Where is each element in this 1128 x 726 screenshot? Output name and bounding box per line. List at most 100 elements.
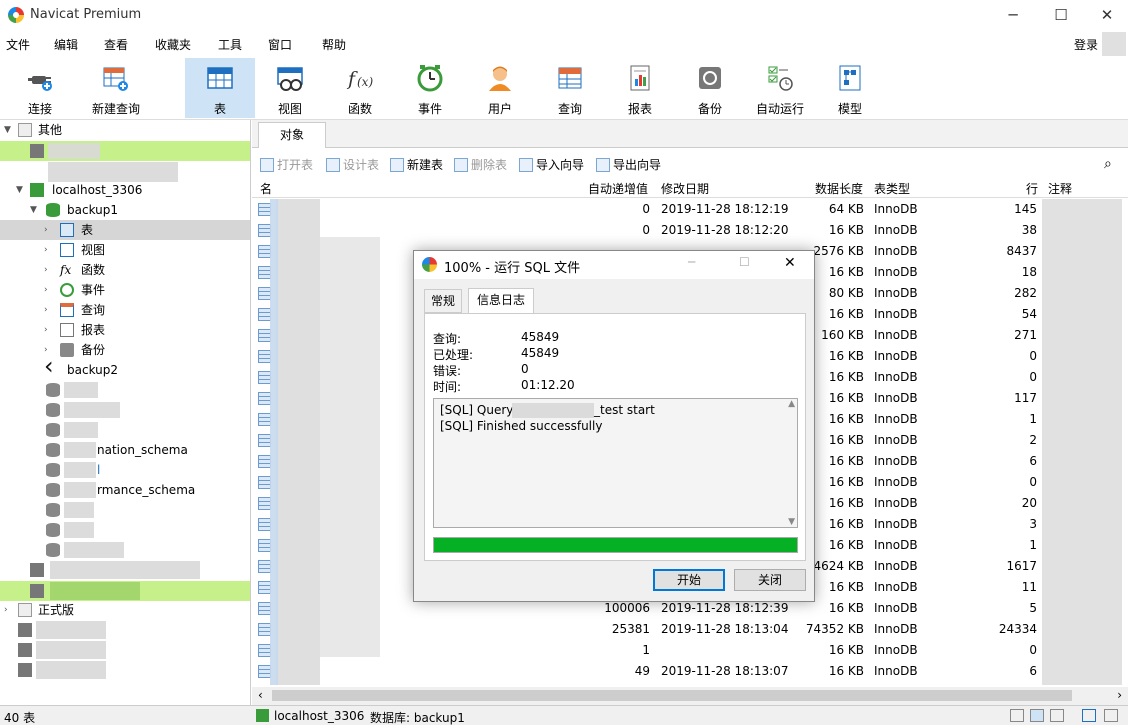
table-row[interactable]: 0 2019-11-28 18:12:19 64 KB InnoDB 145 bbox=[252, 199, 1128, 220]
scrollbar-thumb[interactable] bbox=[272, 690, 1072, 701]
scroll-right-icon[interactable]: › bbox=[1117, 688, 1122, 702]
column-header-auto-increment[interactable]: 自动递增值 bbox=[588, 180, 648, 197]
menu-edit[interactable]: 编辑 bbox=[54, 36, 78, 53]
menu-file[interactable]: 文件 bbox=[6, 36, 30, 53]
list-view-icon[interactable] bbox=[1010, 709, 1024, 722]
tree-connection-hidden[interactable] bbox=[0, 141, 250, 161]
new-table-button[interactable]: 新建表 bbox=[390, 156, 443, 173]
tree-db-info-schema[interactable]: nation_schema bbox=[0, 440, 250, 460]
tree-group-other[interactable]: ▼ 其他 bbox=[0, 120, 250, 140]
tree-db-hidden[interactable] bbox=[0, 420, 250, 440]
tab-general[interactable]: 常规 bbox=[424, 289, 462, 313]
chevron-down-icon[interactable]: ▼ bbox=[16, 180, 23, 200]
column-header-name[interactable]: 名 bbox=[260, 180, 272, 197]
scroll-up-icon[interactable]: ▲ bbox=[788, 399, 795, 409]
chevron-right-icon[interactable]: › bbox=[44, 260, 48, 280]
tree-db-hidden[interactable] bbox=[0, 520, 250, 540]
tree-item-events[interactable]: › 事件 bbox=[0, 280, 250, 300]
tree-item-tables[interactable]: › 表 bbox=[0, 220, 250, 240]
tab-objects[interactable]: 对象 bbox=[258, 122, 326, 148]
table-row[interactable]: 49 2019-11-28 18:13:07 16 KB InnoDB 6 bbox=[252, 661, 1128, 682]
tree-db-perf-schema[interactable]: rmance_schema bbox=[0, 480, 250, 500]
tree-db-hidden[interactable]: l bbox=[0, 460, 250, 480]
user-button[interactable]: 用户 bbox=[465, 58, 535, 118]
table-row[interactable]: 1 16 KB InnoDB 0 bbox=[252, 640, 1128, 661]
menu-window[interactable]: 窗口 bbox=[268, 36, 292, 53]
tree-db-hidden[interactable] bbox=[0, 500, 250, 520]
tree-db-hidden[interactable] bbox=[0, 380, 250, 400]
panel-left-icon[interactable] bbox=[1082, 709, 1096, 722]
column-header-rows[interactable]: 行 bbox=[1026, 180, 1038, 197]
tree-connection-hidden[interactable] bbox=[0, 581, 250, 601]
maximize-button[interactable]: ☐ bbox=[1038, 0, 1084, 30]
chevron-down-icon[interactable]: ▼ bbox=[30, 200, 37, 220]
event-button[interactable]: 事件 bbox=[395, 58, 465, 118]
tree-item-backups[interactable]: › 备份 bbox=[0, 340, 250, 360]
chevron-right-icon[interactable]: › bbox=[44, 280, 48, 300]
view-button[interactable]: 视图 bbox=[255, 58, 325, 118]
scroll-down-icon[interactable]: ▼ bbox=[788, 517, 795, 527]
report-button[interactable]: 报表 bbox=[605, 58, 675, 118]
close-dialog-button[interactable]: 关闭 bbox=[734, 569, 806, 591]
chevron-right-icon[interactable]: › bbox=[44, 220, 48, 240]
delete-table-button[interactable]: 删除表 bbox=[454, 156, 507, 173]
backup-button[interactable]: 备份 bbox=[675, 58, 745, 118]
menu-view[interactable]: 查看 bbox=[104, 36, 128, 53]
import-wizard-button[interactable]: 导入向导 bbox=[519, 156, 584, 173]
tree-group-main[interactable]: › 正式版 bbox=[0, 600, 250, 620]
table-row[interactable]: 25381 2019-11-28 18:13:04 74352 KB InnoDB 24… bbox=[252, 619, 1128, 640]
automation-button[interactable]: 自动运行 bbox=[745, 58, 815, 118]
chevron-right-icon[interactable]: › bbox=[44, 240, 48, 260]
tree-item-reports[interactable]: › 报表 bbox=[0, 320, 250, 340]
column-header-engine[interactable]: 表类型 bbox=[874, 180, 910, 197]
menu-tools[interactable]: 工具 bbox=[218, 36, 242, 53]
horizontal-scrollbar[interactable]: ‹ › bbox=[252, 687, 1128, 705]
login-link[interactable]: 登录 bbox=[1074, 36, 1098, 53]
tree-connection-hidden[interactable] bbox=[0, 640, 250, 660]
tree-db-backup2[interactable]: ‹ backup2 bbox=[0, 354, 250, 380]
table-button[interactable]: 表 bbox=[185, 58, 255, 118]
tree-item-queries[interactable]: › 查询 bbox=[0, 300, 250, 320]
grid-view-icon[interactable] bbox=[1050, 709, 1064, 722]
dialog-minimize-button[interactable]: ─ bbox=[688, 255, 695, 269]
panel-right-icon[interactable] bbox=[1104, 709, 1118, 722]
dialog-close-button[interactable]: ✕ bbox=[784, 255, 796, 271]
tree-item-functions[interactable]: › fx 函数 bbox=[0, 260, 250, 280]
tree-connection-hidden[interactable] bbox=[0, 560, 250, 580]
avatar[interactable] bbox=[1102, 32, 1126, 56]
scroll-left-icon[interactable]: ‹ bbox=[258, 688, 263, 702]
log-textarea[interactable]: [SQL] Query _test start [SQL] Finished s… bbox=[433, 398, 798, 528]
minimize-button[interactable]: ─ bbox=[990, 0, 1036, 30]
export-wizard-button[interactable]: 导出向导 bbox=[596, 156, 661, 173]
chevron-right-icon[interactable]: › bbox=[44, 300, 48, 320]
column-header-comment[interactable]: 注释 bbox=[1048, 180, 1072, 197]
tree-connection-hidden[interactable] bbox=[0, 660, 250, 680]
tab-message-log[interactable]: 信息日志 bbox=[468, 288, 534, 314]
column-header-data-length[interactable]: 数据长度 bbox=[815, 180, 863, 197]
search-icon[interactable]: ⌕ bbox=[1104, 156, 1112, 172]
back-arrow-icon[interactable]: ‹ bbox=[44, 354, 54, 378]
new-query-button[interactable]: 新建查询 bbox=[80, 58, 152, 118]
tree-db-hidden[interactable] bbox=[0, 540, 250, 560]
function-button[interactable]: f (x) 函数 bbox=[325, 58, 395, 118]
model-button[interactable]: 模型 bbox=[815, 58, 885, 118]
column-header-modified[interactable]: 修改日期 bbox=[661, 180, 709, 197]
chevron-right-icon[interactable]: › bbox=[4, 600, 8, 620]
table-row[interactable]: 0 2019-11-28 18:12:20 16 KB InnoDB 38 bbox=[252, 220, 1128, 241]
design-table-button[interactable]: 设计表 bbox=[326, 156, 379, 173]
tree-connection-localhost[interactable]: ▼ localhost_3306 bbox=[0, 180, 250, 200]
chevron-right-icon[interactable]: › bbox=[44, 320, 48, 340]
dialog-maximize-button[interactable]: ☐ bbox=[739, 255, 750, 269]
start-button[interactable]: 开始 bbox=[653, 569, 725, 591]
query-button[interactable]: 查询 bbox=[535, 58, 605, 118]
menu-favorites[interactable]: 收藏夹 bbox=[155, 36, 191, 53]
tree-connection-hidden[interactable] bbox=[0, 620, 250, 640]
connect-button[interactable]: 连接 bbox=[5, 58, 75, 118]
tree-db-backup1[interactable]: ▼ backup1 bbox=[0, 200, 250, 220]
open-table-button[interactable]: 打开表 bbox=[260, 156, 313, 173]
tree-item-views[interactable]: › 视图 bbox=[0, 240, 250, 260]
connection-tree[interactable]: ▼ 其他 ▼ localhost_3306 ▼ backup1 › 表 › 视图… bbox=[0, 120, 251, 705]
detail-view-icon[interactable] bbox=[1030, 709, 1044, 722]
menu-help[interactable]: 帮助 bbox=[322, 36, 346, 53]
tree-db-hidden[interactable] bbox=[0, 400, 250, 420]
